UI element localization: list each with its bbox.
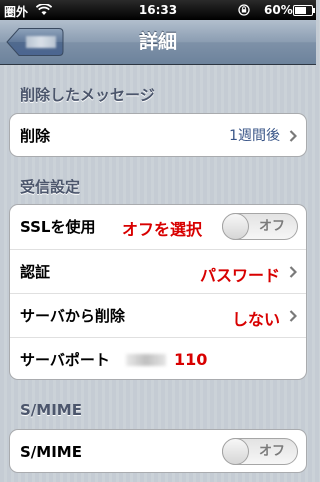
chevron-right-icon — [289, 266, 297, 278]
delete-from-server-value: しない — [231, 310, 280, 329]
row-smime: S/MIME オフ — [10, 430, 306, 474]
chevron-right-icon — [289, 130, 297, 142]
row-delete-from-server-label: サーバから削除 — [20, 307, 125, 325]
row-delete[interactable]: 削除 1週間後 — [10, 114, 306, 158]
authentication-value: パスワード — [199, 266, 280, 285]
group-incoming: SSLを使用 オフを選択 オフ 認証 パスワード サーバから削除 しない サーバ… — [9, 204, 307, 380]
section-header-smime: S/MIME — [20, 401, 82, 419]
group-smime: S/MIME オフ — [9, 429, 307, 473]
toggle-knob — [222, 438, 249, 465]
navigation-bar: 詳細 — [0, 20, 316, 65]
row-delete-label: 削除 — [20, 127, 51, 145]
ssl-toggle-label: オフ — [258, 219, 285, 234]
smime-toggle[interactable]: オフ — [222, 438, 298, 465]
server-port-blurred-field — [126, 354, 166, 366]
server-port-value[interactable]: 110 — [174, 350, 207, 369]
page-title: 詳細 — [138, 31, 177, 53]
status-bar: 圏外 16:33 60% — [0, 0, 316, 20]
annotation-select-off: オフを選択 — [122, 220, 203, 239]
smime-toggle-label: オフ — [258, 444, 285, 459]
row-use-ssl-label: SSLを使用 — [20, 218, 96, 236]
row-delete-value: 1週間後 — [229, 128, 280, 144]
chevron-right-icon — [289, 310, 297, 322]
row-smime-label: S/MIME — [20, 443, 82, 461]
section-header-incoming: 受信設定 — [20, 178, 81, 196]
row-authentication[interactable]: 認証 パスワード — [10, 249, 306, 293]
row-use-ssl: SSLを使用 オフを選択 オフ — [10, 205, 306, 249]
rotation-lock-icon — [238, 4, 250, 16]
ssl-toggle[interactable]: オフ — [222, 213, 298, 240]
group-deleted-messages: 削除 1週間後 — [9, 113, 307, 157]
section-header-deleted-messages: 削除したメッセージ — [20, 86, 155, 104]
battery-percent: 60% — [264, 3, 293, 17]
row-server-port-label: サーバポート — [20, 351, 110, 369]
row-delete-from-server[interactable]: サーバから削除 しない — [10, 293, 306, 337]
row-server-port[interactable]: サーバポート 110 — [10, 337, 306, 381]
toggle-knob — [222, 213, 249, 240]
row-authentication-label: 認証 — [20, 263, 51, 281]
battery-icon — [293, 5, 315, 16]
